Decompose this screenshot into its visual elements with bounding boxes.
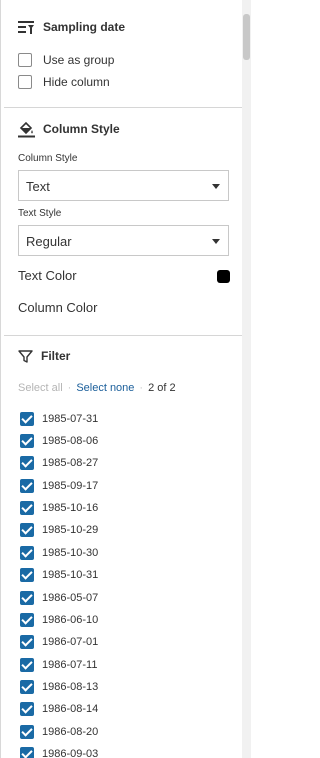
filter-item[interactable]: 1985-07-31 — [20, 411, 98, 426]
filter-item-label: 1986-08-14 — [42, 702, 99, 715]
checked-checkbox[interactable] — [20, 590, 34, 605]
group-list-icon — [18, 20, 35, 35]
column-style-header: Column Style — [18, 119, 120, 139]
column-settings-panel: Sampling date Use as group Hide column C… — [0, 0, 251, 758]
text-color-label: Text Color — [18, 268, 77, 283]
checked-checkbox[interactable] — [20, 478, 34, 493]
filter-item[interactable]: 1986-07-11 — [20, 657, 97, 672]
sampling-date-header: Sampling date — [18, 17, 125, 37]
filter-item-label: 1985-09-17 — [42, 479, 99, 492]
filter-item[interactable]: 1986-08-20 — [20, 724, 98, 739]
column-style-label: Column Style — [18, 153, 78, 164]
filter-item[interactable]: 1985-10-16 — [20, 500, 98, 515]
filter-item-label: 1986-08-13 — [42, 680, 99, 693]
checked-checkbox[interactable] — [20, 724, 34, 739]
filter-item[interactable]: 1986-05-07 — [20, 590, 98, 605]
filter-item-label: 1985-08-06 — [42, 434, 99, 447]
column-style-value: Text — [26, 179, 50, 194]
section-divider — [4, 335, 242, 336]
filter-item[interactable]: 1986-08-14 — [20, 701, 98, 716]
filter-item[interactable]: 1986-06-10 — [20, 612, 98, 627]
select-all-link[interactable]: Select all — [18, 382, 63, 394]
filter-item-label: 1985-10-29 — [42, 523, 99, 536]
hide-column-label: Hide column — [43, 75, 110, 89]
filter-item[interactable]: 1986-09-03 — [20, 746, 98, 758]
checked-checkbox[interactable] — [20, 657, 34, 672]
sampling-date-title: Sampling date — [43, 20, 126, 34]
column-color-row[interactable]: Column Color — [18, 300, 230, 316]
filter-header: Filter — [18, 346, 70, 366]
hide-column-option[interactable]: Hide column — [18, 74, 110, 90]
checked-checkbox[interactable] — [20, 411, 34, 426]
filter-item[interactable]: 1985-08-06 — [20, 433, 98, 448]
checked-checkbox[interactable] — [20, 433, 34, 448]
chevron-down-icon — [212, 184, 220, 189]
use-as-group-option[interactable]: Use as group — [18, 52, 114, 68]
filter-item-label: 1986-07-01 — [42, 635, 99, 648]
filter-item[interactable]: 1985-08-27 — [20, 455, 98, 470]
filter-title: Filter — [41, 349, 71, 363]
filter-item-label: 1985-07-31 — [42, 412, 99, 425]
chevron-down-icon — [212, 239, 220, 244]
filter-item[interactable]: 1985-10-31 — [20, 567, 98, 582]
checked-checkbox[interactable] — [20, 612, 34, 627]
checked-checkbox[interactable] — [20, 746, 34, 758]
filter-item-label: 1986-08-20 — [42, 725, 99, 738]
use-as-group-label: Use as group — [43, 53, 115, 67]
filter-item-label: 1986-06-10 — [42, 613, 99, 626]
filter-item-label: 1985-10-30 — [42, 546, 99, 559]
filter-item[interactable]: 1985-10-30 — [20, 545, 98, 560]
filter-count: 2 of 2 — [148, 382, 176, 394]
text-color-row[interactable]: Text Color — [18, 268, 230, 284]
column-style-select[interactable]: Text — [18, 170, 229, 201]
checked-checkbox[interactable] — [20, 522, 34, 537]
hide-column-checkbox[interactable] — [18, 75, 32, 89]
text-color-swatch[interactable] — [217, 270, 230, 283]
select-none-link[interactable]: Select none — [76, 382, 134, 394]
use-as-group-checkbox[interactable] — [18, 53, 32, 67]
checked-checkbox[interactable] — [20, 634, 34, 649]
column-color-label: Column Color — [18, 300, 98, 315]
text-style-select[interactable]: Regular — [18, 225, 229, 256]
filter-item-label: 1986-05-07 — [42, 591, 99, 604]
column-style-title: Column Style — [43, 122, 120, 136]
filter-item-label: 1985-10-16 — [42, 501, 99, 514]
separator-dot: · — [67, 382, 72, 394]
checked-checkbox[interactable] — [20, 701, 34, 716]
filter-item[interactable]: 1986-08-13 — [20, 679, 98, 694]
filter-item[interactable]: 1986-07-01 — [20, 634, 98, 649]
filter-item-label: 1985-10-31 — [42, 568, 99, 581]
scrollbar-thumb[interactable] — [243, 14, 250, 60]
filter-item-label: 1986-07-11 — [42, 658, 98, 671]
checked-checkbox[interactable] — [20, 455, 34, 470]
filter-item[interactable]: 1985-10-29 — [20, 522, 98, 537]
filter-item-label: 1986-09-03 — [42, 747, 99, 758]
checked-checkbox[interactable] — [20, 500, 34, 515]
checked-checkbox[interactable] — [20, 679, 34, 694]
filter-item-label: 1985-08-27 — [42, 456, 99, 469]
vertical-scrollbar[interactable] — [242, 0, 251, 758]
checked-checkbox[interactable] — [20, 545, 34, 560]
text-style-label: Text Style — [18, 208, 62, 219]
separator-dot: · — [139, 382, 144, 394]
paint-bucket-icon — [18, 121, 35, 138]
funnel-icon — [18, 349, 33, 364]
section-divider — [4, 107, 242, 108]
filter-actions: Select all · Select none · 2 of 2 — [18, 382, 176, 394]
checked-checkbox[interactable] — [20, 567, 34, 582]
filter-item[interactable]: 1985-09-17 — [20, 478, 98, 493]
text-style-value: Regular — [26, 234, 72, 249]
